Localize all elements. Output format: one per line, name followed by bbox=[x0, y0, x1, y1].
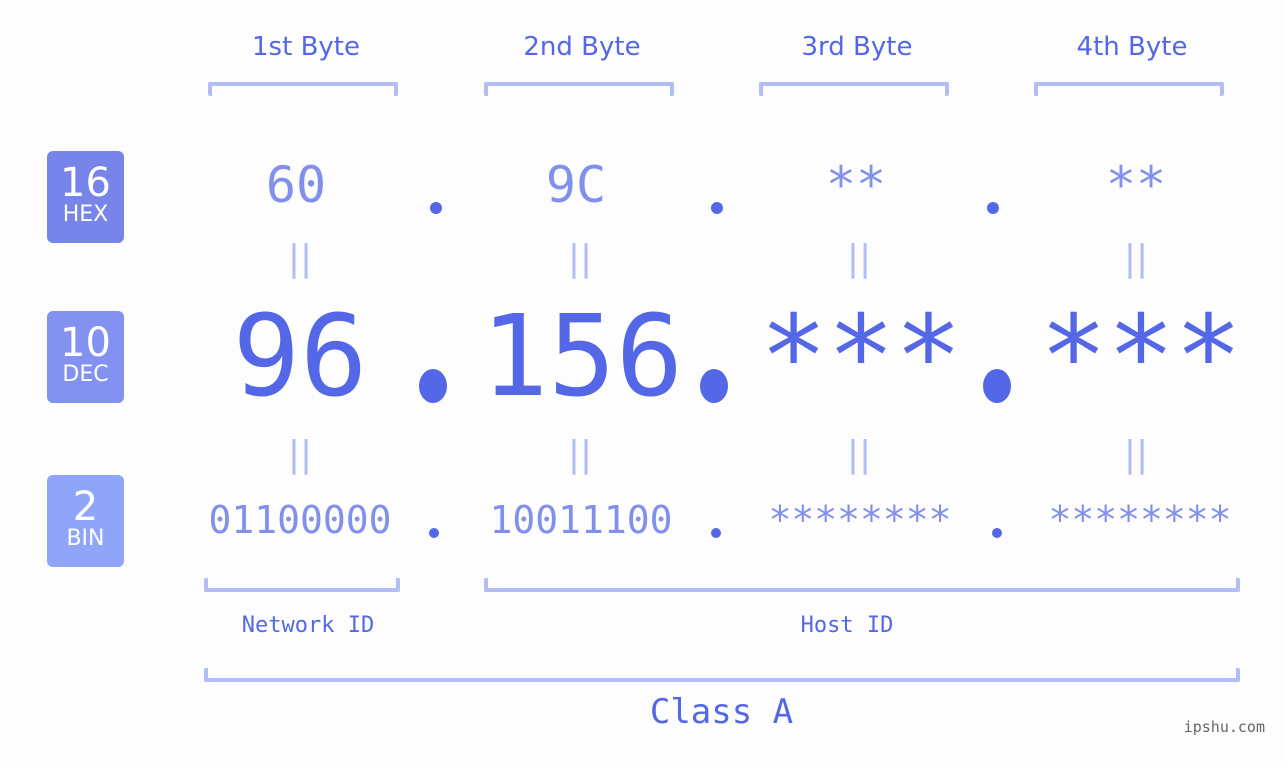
hex-value-1: 60 bbox=[265, 156, 327, 214]
bin-value-4: ******** bbox=[1048, 498, 1232, 542]
hex-label: HEX bbox=[62, 202, 109, 227]
bin-value-3: ******** bbox=[768, 498, 952, 542]
dec-dot-1 bbox=[419, 369, 447, 403]
bin-dot-3 bbox=[992, 528, 1002, 538]
equals-icon: || bbox=[567, 434, 593, 475]
network-id-label: Network ID bbox=[241, 613, 375, 638]
equals-icon: || bbox=[1123, 434, 1149, 475]
equals-icon: || bbox=[287, 238, 313, 279]
bin-value-2: 10011100 bbox=[489, 498, 673, 542]
class-bracket bbox=[204, 668, 1240, 682]
hex-value-4: ** bbox=[1105, 156, 1167, 214]
dec-dot-3 bbox=[983, 369, 1011, 403]
byte-header-4: 4th Byte bbox=[1076, 32, 1188, 62]
dec-value-1: 96 bbox=[232, 292, 368, 422]
bin-label: BIN bbox=[66, 526, 105, 551]
dec-value-3: *** bbox=[759, 292, 963, 422]
hex-dot-3 bbox=[987, 202, 999, 214]
dec-label: DEC bbox=[62, 362, 109, 387]
byte-bracket-4 bbox=[1034, 82, 1224, 96]
hex-badge: 16 HEX bbox=[47, 151, 124, 243]
hex-value-3: ** bbox=[825, 156, 887, 214]
dec-base: 10 bbox=[60, 320, 111, 366]
host-id-label: Host ID bbox=[800, 613, 894, 638]
byte-header-2: 2nd Byte bbox=[523, 32, 641, 62]
byte-header-1: 1st Byte bbox=[252, 32, 360, 62]
byte-bracket-2 bbox=[484, 82, 674, 96]
hex-dot-2 bbox=[711, 202, 723, 214]
dec-value-4: *** bbox=[1039, 292, 1243, 422]
equals-icon: || bbox=[846, 434, 872, 475]
bin-dot-2 bbox=[711, 528, 721, 538]
byte-bracket-1 bbox=[208, 82, 398, 96]
hex-dot-1 bbox=[430, 202, 442, 214]
dec-dot-2 bbox=[700, 369, 728, 403]
hex-value-2: 9C bbox=[545, 156, 607, 214]
byte-bracket-3 bbox=[759, 82, 949, 96]
network-id-bracket bbox=[204, 578, 400, 592]
byte-header-3: 3rd Byte bbox=[801, 32, 913, 62]
bin-badge: 2 BIN bbox=[47, 475, 124, 567]
hex-base: 16 bbox=[60, 160, 111, 206]
host-id-bracket bbox=[484, 578, 1240, 592]
dec-badge: 10 DEC bbox=[47, 311, 124, 403]
class-label: Class A bbox=[649, 692, 794, 732]
equals-icon: || bbox=[287, 434, 313, 475]
bin-dot-1 bbox=[429, 528, 439, 538]
watermark: ipshu.com bbox=[1183, 718, 1265, 736]
bin-base: 2 bbox=[72, 484, 99, 530]
equals-icon: || bbox=[567, 238, 593, 279]
equals-icon: || bbox=[846, 238, 872, 279]
bin-value-1: 01100000 bbox=[208, 498, 392, 542]
equals-icon: || bbox=[1123, 238, 1149, 279]
dec-value-2: 156 bbox=[480, 292, 684, 422]
